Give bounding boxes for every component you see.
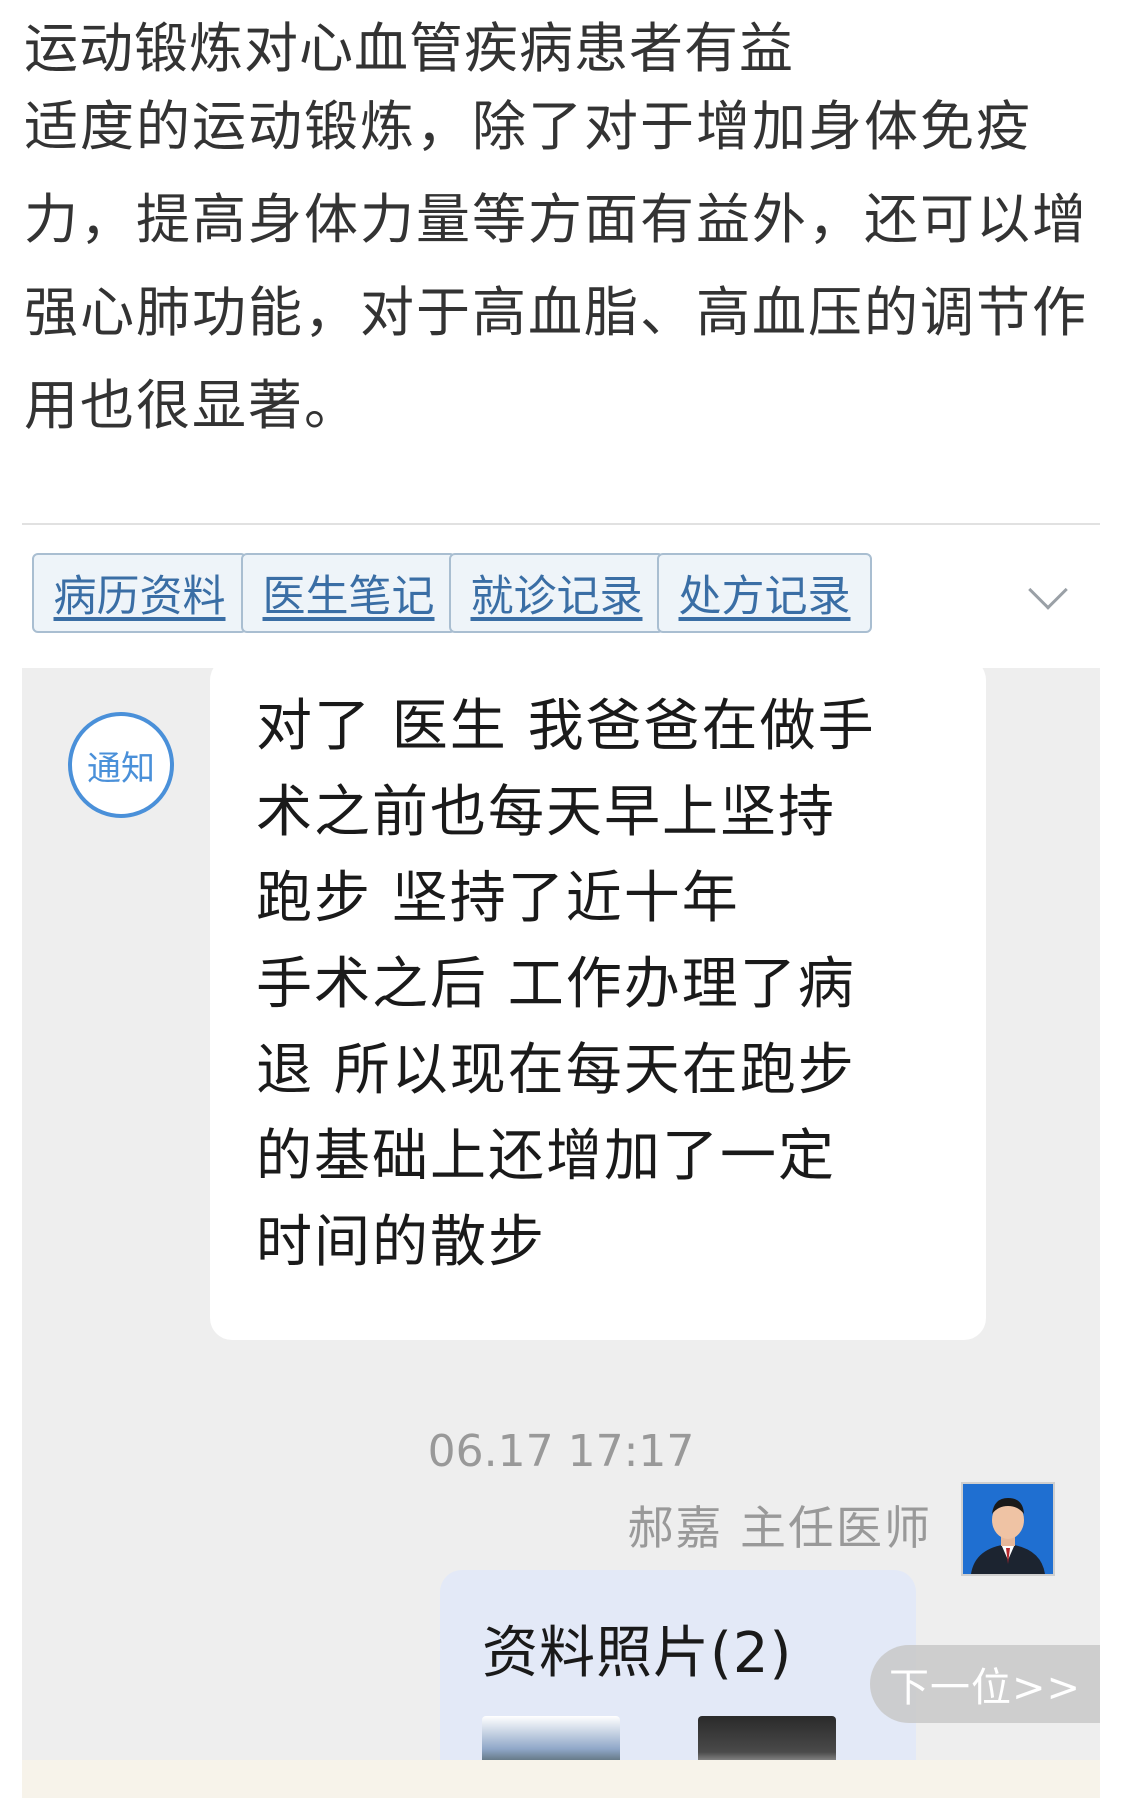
tab-label: 病历资料 [53, 572, 226, 622]
record-tabs: 病历资料 医生笔记 就诊记录 处方记录 [22, 528, 1100, 666]
article: 运动锻炼对心血管疾病患者有益 适度的运动锻炼，除了对于增加身体免疫力，提高身体力… [24, 18, 1104, 452]
next-patient-button[interactable]: 下一位>> [870, 1645, 1100, 1723]
notice-icon: 通知 [68, 712, 174, 818]
photo-thumbnail[interactable] [698, 1716, 836, 1760]
tab-medical-records[interactable]: 病历资料 [32, 553, 247, 633]
message-line: 时间的散步 [256, 1210, 546, 1275]
message-line: 的基础上还增加了一定 [256, 1124, 836, 1189]
article-body: 适度的运动锻炼，除了对于增加身体免疫力，提高身体力量等方面有益外，还可以增强心肺… [24, 95, 1088, 437]
message-line: 手术之后 工作办理了病 [256, 952, 856, 1017]
tab-label: 医生笔记 [262, 572, 435, 622]
message-timestamp: 06.17 17:17 [427, 1426, 695, 1477]
tab-label: 处方记录 [678, 572, 851, 622]
tab-prescription-records[interactable]: 处方记录 [657, 553, 872, 633]
avatar-portrait-icon [963, 1484, 1053, 1574]
message-line: 术之前也每天早上坚持 [256, 780, 836, 845]
tab-visit-records[interactable]: 就诊记录 [449, 553, 664, 633]
notice-label: 通知 [87, 748, 155, 789]
message-line: 对了 医生 我爸爸在做手 [256, 694, 876, 759]
message-line: 跑步 坚持了近十年 [256, 866, 740, 931]
message-line: 退 所以现在每天在跑步 [256, 1038, 856, 1103]
bottom-strip [22, 1760, 1100, 1798]
doctor-name: 郝嘉 主任医师 [627, 1501, 932, 1555]
doctor-avatar[interactable] [961, 1482, 1055, 1576]
tab-label: 就诊记录 [470, 572, 643, 622]
photo-thumbnail[interactable] [482, 1716, 620, 1760]
next-button-label: 下一位>> [888, 1665, 1082, 1711]
tab-doctor-notes[interactable]: 医生笔记 [241, 553, 456, 633]
patient-message-bubble: 对了 医生 我爸爸在做手 术之前也每天早上坚持 跑步 坚持了近十年 手术之后 工… [210, 668, 986, 1340]
chevron-down-icon[interactable] [1028, 570, 1068, 610]
chat-area: 通知 对了 医生 我爸爸在做手 术之前也每天早上坚持 跑步 坚持了近十年 手术之… [22, 668, 1100, 1760]
photo-title: 资料照片(2) [482, 1621, 793, 1686]
divider [22, 523, 1100, 525]
article-title: 运动锻炼对心血管疾病患者有益 [24, 17, 794, 80]
